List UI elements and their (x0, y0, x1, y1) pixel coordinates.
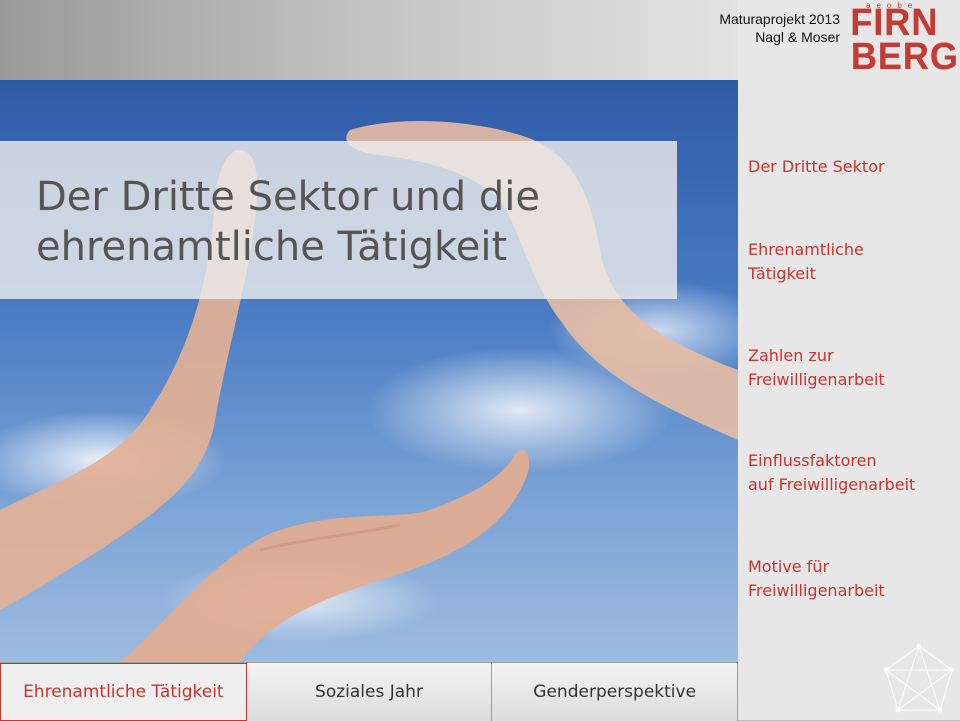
tab-soziales-jahr[interactable]: Soziales Jahr (246, 663, 493, 721)
logo-word-1: FIRN (850, 2, 939, 44)
tab-genderperspektive[interactable]: Genderperspektive (492, 663, 739, 721)
bottom-tab-bar: Ehrenamtliche Tätigkeit Soziales Jahr Ge… (0, 662, 739, 721)
nav-item-zahlen-freiwilligenarbeit[interactable]: Zahlen zur Freiwilligenarbeit (748, 344, 885, 392)
nav-item-motive[interactable]: Motive für Freiwilligenarbeit (748, 555, 885, 603)
logo-word-2: BERG (850, 36, 959, 78)
credit-line-1: Maturaprojekt 2013 (719, 11, 840, 27)
slide-title: Der Dritte Sektor und die ehrenamtliche … (36, 174, 541, 270)
firnberg-logo: aeobe FIRN BERG (848, 1, 959, 78)
network-pentagon-icon (883, 643, 955, 713)
header-band (0, 0, 738, 80)
tab-ehrenamtliche-taetigkeit[interactable]: Ehrenamtliche Tätigkeit (0, 663, 247, 721)
nav-item-ehrenamtliche-taetigkeit[interactable]: Ehrenamtliche Tätigkeit (748, 238, 864, 286)
credit-line-2: Nagl & Moser (755, 29, 840, 45)
nav-item-der-dritte-sektor[interactable]: Der Dritte Sektor (748, 155, 885, 179)
project-credit: Maturaprojekt 2013 Nagl & Moser (719, 10, 840, 46)
nav-item-einflussfaktoren[interactable]: Einflussfaktoren auf Freiwilligenarbeit (748, 449, 915, 497)
